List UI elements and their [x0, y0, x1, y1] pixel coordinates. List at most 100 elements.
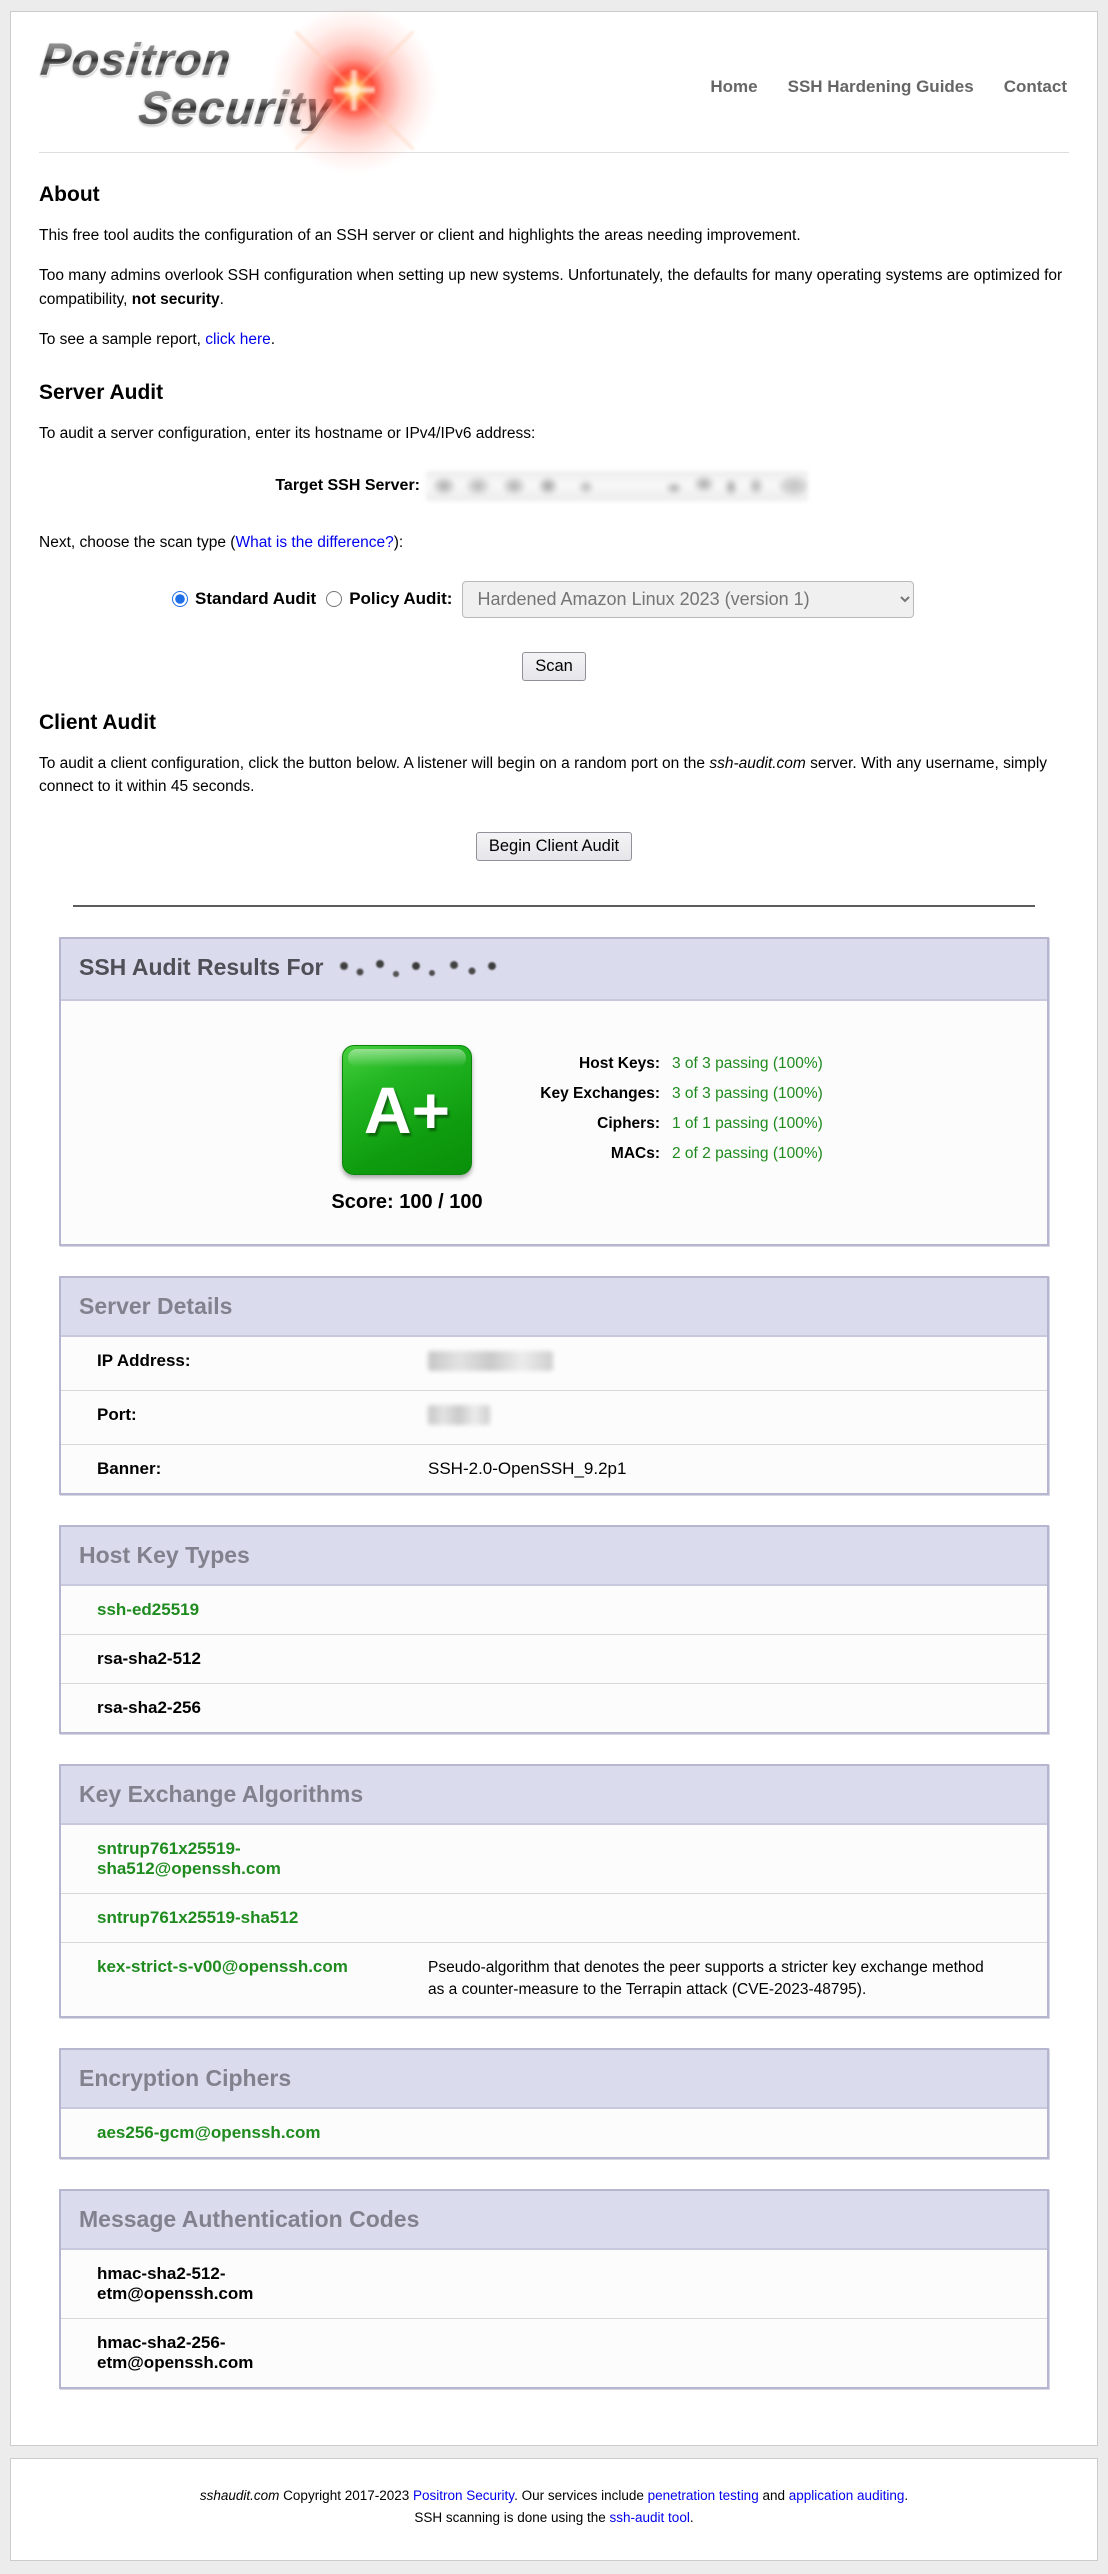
encryption-ciphers-panel: Encryption Ciphers aes256-gcm@openssh.co… — [59, 2048, 1049, 2159]
client-audit-text-1: To audit a client configuration, click t… — [39, 755, 709, 772]
about-paragraph-3: To see a sample report, click here. — [39, 328, 1069, 351]
sample-report-period: . — [271, 331, 275, 348]
algorithm-name: aes256-gcm@openssh.com — [61, 2123, 367, 2143]
footer-copyright-text: Copyright 2017-2023 — [279, 2488, 413, 2503]
site-footer: sshaudit.com Copyright 2017-2023 Positro… — [10, 2458, 1098, 2561]
results-body: A+ Score: 100 / 100 Host Keys: 3 of 3 pa… — [61, 1001, 1047, 1244]
key-exchange-panel: Key Exchange Algorithms sntrup761x25519-… — [59, 1764, 1049, 2018]
stat-row-ciphers: Ciphers: 1 of 1 passing (100%) — [538, 1109, 823, 1139]
about-p2-period: . — [220, 291, 224, 308]
encryption-ciphers-header: Encryption Ciphers — [61, 2050, 1047, 2109]
stat-label: Key Exchanges: — [538, 1085, 660, 1103]
standard-audit-label: Standard Audit — [195, 589, 316, 609]
target-server-label: Target SSH Server: — [39, 477, 426, 495]
stat-value: 2 of 2 passing (100%) — [672, 1145, 823, 1163]
page: Positron Security Home SSH Hardening Gui… — [0, 0, 1108, 2574]
target-server-input[interactable] — [426, 471, 808, 501]
footer-domain-italic: sshaudit.com — [200, 2488, 280, 2503]
stats-column: Host Keys: 3 of 3 passing (100%) Key Exc… — [538, 1049, 823, 1214]
footer-sshaudit-tool-link[interactable]: ssh-audit tool — [610, 2510, 690, 2525]
nav-contact[interactable]: Contact — [1004, 77, 1067, 97]
begin-client-audit-button[interactable]: Begin Client Audit — [476, 832, 632, 861]
host-key-row: rsa-sha2-512 — [61, 1635, 1047, 1684]
nav-ssh-hardening-guides[interactable]: SSH Hardening Guides — [788, 77, 974, 97]
scan-type-difference-link[interactable]: What is the difference? — [235, 534, 393, 551]
footer-line-2: SSH scanning is done using the ssh-audit… — [21, 2507, 1087, 2529]
stat-row-host-keys: Host Keys: 3 of 3 passing (100%) — [538, 1049, 823, 1079]
redacted-ip-value — [428, 1351, 553, 1376]
content: About This free tool audits the configur… — [11, 183, 1097, 2389]
nav-home[interactable]: Home — [710, 77, 757, 97]
begin-client-audit-row: Begin Client Audit — [39, 832, 1069, 861]
client-audit-section: Client Audit To audit a client configura… — [39, 711, 1069, 862]
sample-report-text: To see a sample report, — [39, 331, 205, 348]
scan-button-row: Scan — [39, 652, 1069, 681]
main-nav: Home SSH Hardening Guides Contact — [710, 77, 1067, 97]
client-audit-title: Client Audit — [39, 711, 1069, 735]
footer-line2-period: . — [690, 2510, 694, 2525]
footer-line1-period: . — [904, 2488, 908, 2503]
algorithm-name: sntrup761x25519-sha512 — [61, 1908, 367, 1928]
kex-row: kex-strict-s-v00@openssh.com Pseudo-algo… — [61, 1943, 1047, 2016]
algorithm-name: hmac-sha2-512-etm@openssh.com — [61, 2264, 367, 2304]
detail-row-port: Port: — [61, 1391, 1047, 1445]
results-panel-header: SSH Audit Results For — [61, 939, 1047, 1001]
about-section: About This free tool audits the configur… — [39, 183, 1069, 351]
sample-report-link[interactable]: click here — [205, 331, 270, 348]
footer-scanning-text: SSH scanning is done using the — [414, 2510, 609, 2525]
about-title: About — [39, 183, 1069, 207]
stat-label: MACs: — [538, 1145, 660, 1163]
footer-services-text: . Our services include — [514, 2488, 648, 2503]
kex-row: sntrup761x25519-sha512@openssh.com — [61, 1825, 1047, 1894]
banner-value: SSH-2.0-OpenSSH_9.2p1 — [428, 1459, 626, 1479]
detail-label: Banner: — [61, 1459, 428, 1479]
algorithm-description — [367, 1908, 1027, 1928]
ssh-audit-domain-italic: ssh-audit.com — [709, 755, 805, 772]
footer-and-text: and — [759, 2488, 789, 2503]
scan-type-row: Standard Audit Policy Audit: Hardened Am… — [172, 581, 1069, 618]
footer-appaudit-link[interactable]: application auditing — [789, 2488, 905, 2503]
algorithm-description: Pseudo-algorithm that denotes the peer s… — [367, 1957, 1027, 2002]
host-key-types-panel: Host Key Types ssh-ed25519 rsa-sha2-512 … — [59, 1525, 1049, 1734]
positron-security-logo[interactable]: Positron Security — [39, 23, 459, 145]
policy-select[interactable]: Hardened Amazon Linux 2023 (version 1) — [462, 581, 914, 618]
mac-panel: Message Authentication Codes hmac-sha2-5… — [59, 2189, 1049, 2389]
algorithm-name: hmac-sha2-256-etm@openssh.com — [61, 2333, 367, 2373]
scan-type-text: Next, choose the scan type ( — [39, 534, 235, 551]
footer-pentest-link[interactable]: penetration testing — [648, 2488, 759, 2503]
algorithm-name: rsa-sha2-256 — [61, 1698, 367, 1718]
site-header: Positron Security Home SSH Hardening Gui… — [11, 12, 1097, 152]
not-security-bold: not security — [132, 291, 220, 308]
stat-value: 1 of 1 passing (100%) — [672, 1115, 823, 1133]
scan-type-paragraph: Next, choose the scan type (What is the … — [39, 531, 1069, 554]
standard-audit-radio[interactable] — [172, 591, 188, 607]
main-content-card: Positron Security Home SSH Hardening Gui… — [10, 11, 1098, 2446]
algorithm-description — [367, 1839, 1027, 1879]
server-details-header: Server Details — [61, 1278, 1047, 1337]
stat-value: 3 of 3 passing (100%) — [672, 1055, 823, 1073]
detail-row-ip: IP Address: — [61, 1337, 1047, 1391]
header-divider — [39, 152, 1069, 153]
algorithm-name: sntrup761x25519-sha512@openssh.com — [61, 1839, 367, 1879]
algorithm-name: rsa-sha2-512 — [61, 1649, 367, 1669]
logo-text-security: Security — [137, 84, 335, 131]
footer-positron-link[interactable]: Positron Security — [413, 2488, 514, 2503]
target-server-row: Target SSH Server: — [39, 471, 1069, 501]
server-details-panel: Server Details IP Address: Port: Banner:… — [59, 1276, 1049, 1495]
algorithm-name: kex-strict-s-v00@openssh.com — [61, 1957, 367, 2002]
stat-row-macs: MACs: 2 of 2 passing (100%) — [538, 1139, 823, 1169]
stat-row-key-exchanges: Key Exchanges: 3 of 3 passing (100%) — [538, 1079, 823, 1109]
policy-audit-radio[interactable] — [326, 591, 342, 607]
mac-row: hmac-sha2-256-etm@openssh.com — [61, 2319, 1047, 2387]
redacted-port-value — [428, 1405, 490, 1430]
key-exchange-header: Key Exchange Algorithms — [61, 1766, 1047, 1825]
scan-button[interactable]: Scan — [522, 652, 586, 681]
stat-label: Ciphers: — [538, 1115, 660, 1133]
host-key-types-header: Host Key Types — [61, 1527, 1047, 1586]
ssh-audit-results-panel: SSH Audit Results For A+ Score: 100 / 10… — [59, 937, 1049, 1246]
redaction-blur — [428, 1405, 490, 1425]
client-audit-paragraph: To audit a client configuration, click t… — [39, 752, 1069, 799]
host-key-row: ssh-ed25519 — [61, 1586, 1047, 1635]
redacted-hostname — [336, 954, 504, 984]
scan-type-text-end: ): — [394, 534, 403, 551]
